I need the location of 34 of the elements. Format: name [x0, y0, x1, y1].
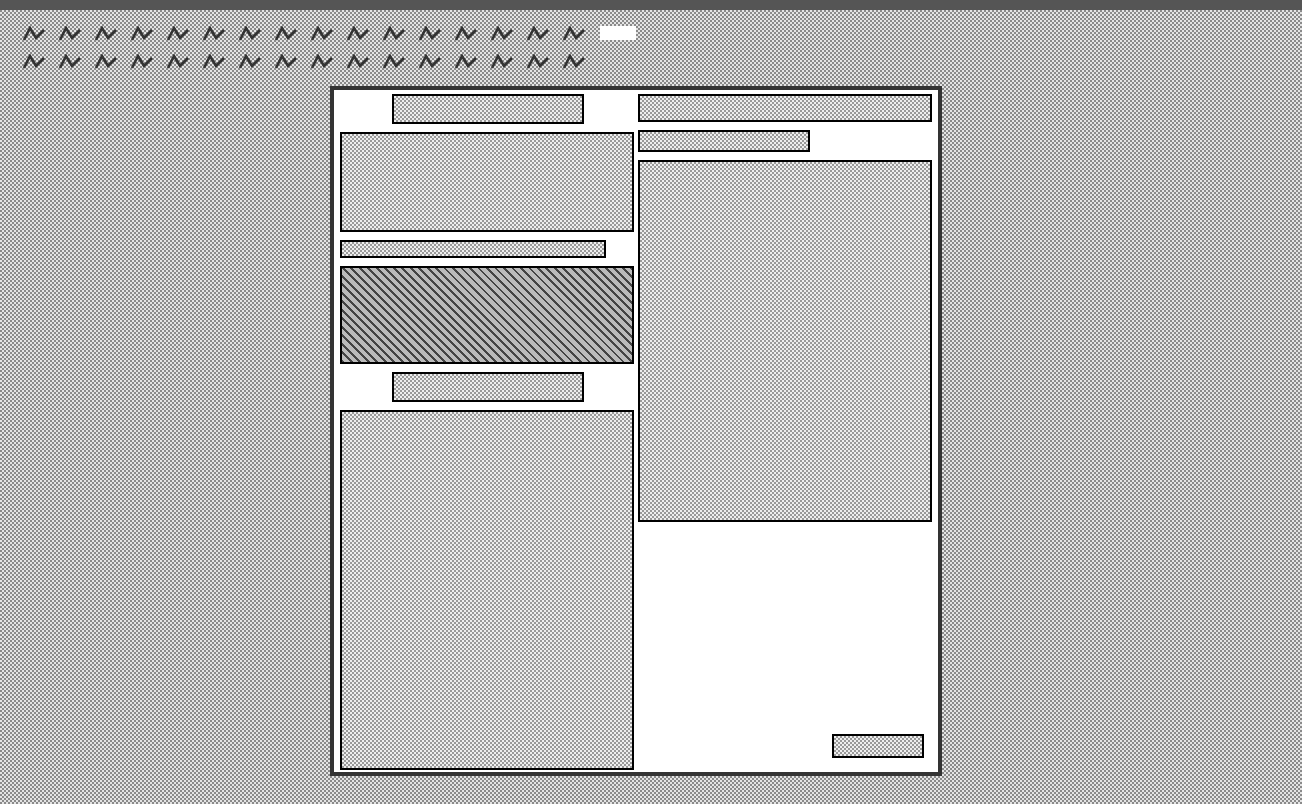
glyph-icon	[382, 25, 406, 41]
glyph-icon	[346, 53, 370, 69]
glyph-icon	[274, 25, 298, 41]
glyph-icon	[166, 25, 190, 41]
glyph-icon	[562, 53, 586, 69]
glyph-icon	[274, 53, 298, 69]
glyph-icon	[382, 53, 406, 69]
glyph-icon	[130, 53, 154, 69]
glyph-icon	[238, 25, 262, 41]
glyph-icon	[58, 53, 82, 69]
glyph-icon	[166, 53, 190, 69]
glyph-icon	[418, 25, 442, 41]
glyph-icon	[346, 25, 370, 41]
glyph-icon	[490, 53, 514, 69]
glyph-icon	[202, 53, 226, 69]
glyph-icon	[562, 25, 586, 41]
glyph-icon	[22, 25, 46, 41]
glyph-icon	[202, 25, 226, 41]
glyph-icon	[454, 53, 478, 69]
glyph-icon	[94, 25, 118, 41]
glyph-icon	[22, 53, 46, 69]
glyph-icon	[58, 25, 82, 41]
glyph-icon	[310, 25, 334, 41]
glyph-icon	[94, 53, 118, 69]
glyph-icon	[418, 53, 442, 69]
glyph-icon	[526, 25, 550, 41]
glyph-icon	[238, 53, 262, 69]
input-field[interactable]	[600, 26, 636, 40]
glyph-icon	[490, 25, 514, 41]
glyph-icon	[526, 53, 550, 69]
glyph-icon	[130, 25, 154, 41]
glyph-icon	[454, 25, 478, 41]
glyph-icon	[310, 53, 334, 69]
page-button[interactable]	[832, 734, 924, 758]
